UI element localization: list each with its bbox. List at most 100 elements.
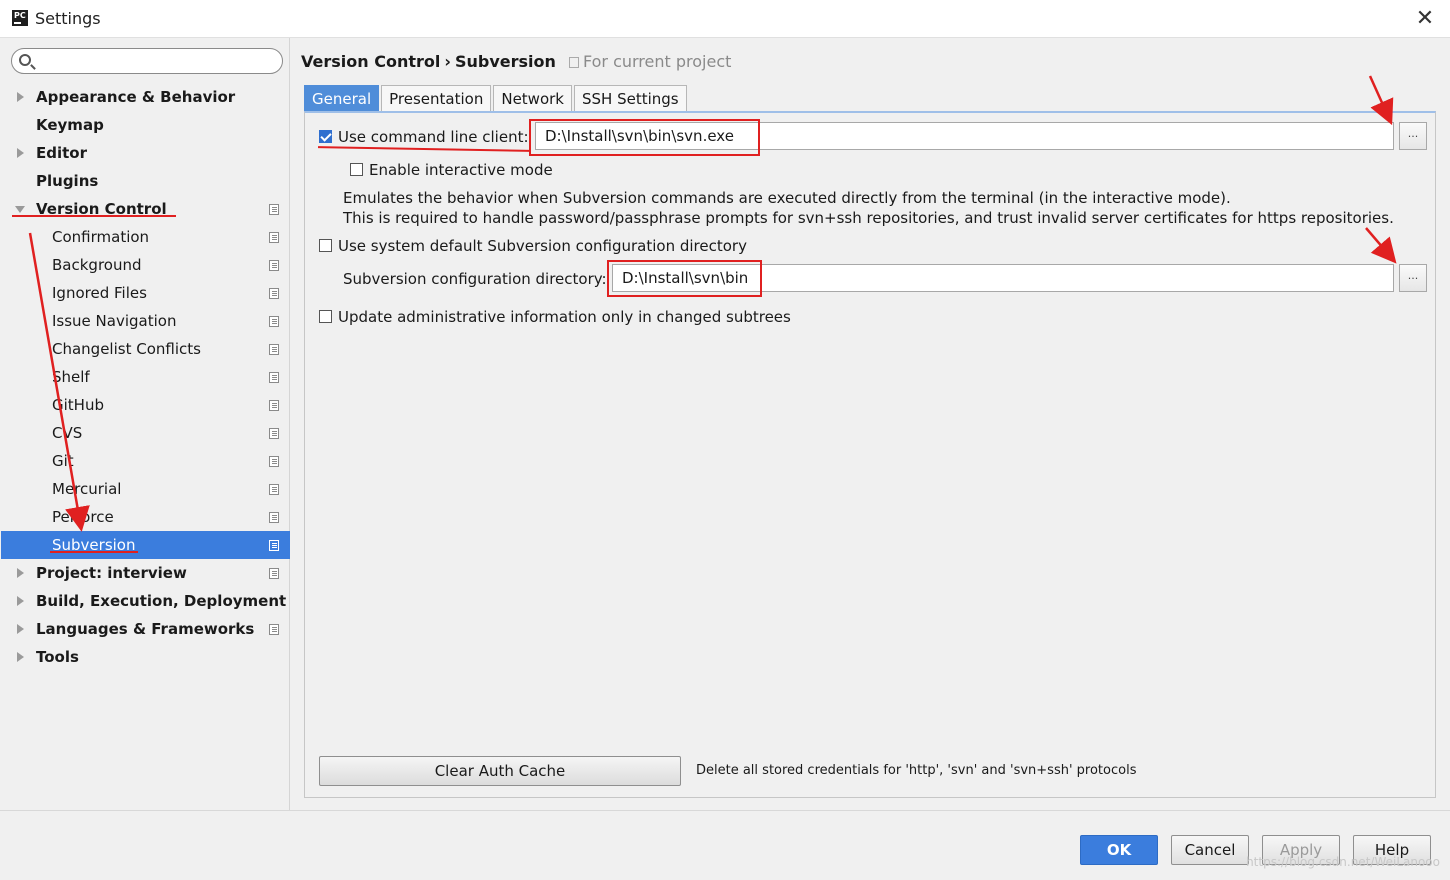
sidebar-item-label: Shelf (52, 368, 90, 386)
sidebar-item-confirmation[interactable]: Confirmation (1, 223, 290, 251)
project-scope-icon (568, 57, 579, 68)
watermark: https://blog.csdn.net/WeiLanooo (1246, 855, 1440, 869)
sidebar-item-label: Languages & Frameworks (36, 620, 255, 638)
sidebar-item-label: Mercurial (52, 480, 122, 498)
sidebar-item-label: Keymap (36, 116, 104, 134)
sidebar-item-ignored-files[interactable]: Ignored Files (1, 279, 290, 307)
sidebar-item-plugins[interactable]: Plugins (1, 167, 290, 195)
clear-auth-cache-button[interactable]: Clear Auth Cache (319, 756, 681, 786)
project-level-icon (269, 316, 279, 327)
cmd-path-browse-button[interactable]: ... (1399, 122, 1427, 150)
sidebar-item-label: Build, Execution, Deployment (36, 592, 287, 610)
sidebar-item-build-execution-deployment[interactable]: Build, Execution, Deployment (1, 587, 290, 615)
sidebar-item-shelf[interactable]: Shelf (1, 363, 290, 391)
sidebar-item-changelist-conflicts[interactable]: Changelist Conflicts (1, 335, 290, 363)
cancel-button[interactable]: Cancel (1171, 835, 1249, 865)
update-admin-label: Update administrative information only i… (338, 308, 791, 326)
expand-arrow-icon[interactable] (17, 624, 24, 634)
update-admin-checkbox[interactable] (319, 310, 332, 323)
expand-arrow-icon[interactable] (17, 148, 24, 158)
sidebar-item-appearance-behavior[interactable]: Appearance & Behavior (1, 83, 290, 111)
project-level-icon (269, 540, 279, 551)
general-tab-panel: Use command line client: D:\Install\svn\… (304, 111, 1436, 798)
tab-presentation[interactable]: Presentation (381, 85, 492, 112)
sidebar-item-perforce[interactable]: Perforce (1, 503, 290, 531)
pycharm-app-icon: PC (12, 10, 28, 26)
close-icon[interactable]: ✕ (1410, 4, 1440, 34)
annotation-underline-version-control (12, 215, 176, 217)
sidebar-item-background[interactable]: Background (1, 251, 290, 279)
breadcrumb-version-control: Version Control (301, 52, 441, 71)
sidebar-item-label: Version Control (36, 200, 167, 218)
settings-sidebar: Appearance & Behavior Keymap Editor Plugins… (1, 38, 290, 810)
tab-network[interactable]: Network (493, 85, 572, 112)
breadcrumb-separator: › (444, 52, 451, 71)
sysdefault-checkbox[interactable] (319, 239, 332, 252)
sidebar-item-label: Ignored Files (52, 284, 147, 302)
project-level-icon (269, 512, 279, 523)
description-line-1: Emulates the behavior when Subversion co… (343, 189, 1231, 207)
sidebar-item-tools[interactable]: Tools (1, 643, 290, 671)
project-level-icon (269, 428, 279, 439)
sidebar-item-version-control[interactable]: Version Control (1, 195, 290, 223)
tab-general[interactable]: General (304, 85, 380, 112)
sidebar-item-label: GitHub (52, 396, 104, 414)
project-level-icon (269, 372, 279, 383)
sidebar-item-subversion[interactable]: Subversion (1, 531, 290, 559)
interactive-label: Enable interactive mode (369, 161, 553, 179)
project-level-icon (269, 456, 279, 467)
expand-arrow-icon[interactable] (17, 652, 24, 662)
search-input[interactable] (11, 48, 283, 74)
collapse-arrow-icon[interactable] (15, 206, 25, 213)
tab-ssh-settings[interactable]: SSH Settings (573, 85, 687, 112)
description-line-2: This is required to handle password/pass… (343, 209, 1394, 227)
ok-button[interactable]: OK (1080, 835, 1158, 865)
scope-label: For current project (582, 52, 732, 71)
window-title: Settings (35, 9, 101, 28)
sidebar-item-editor[interactable]: Editor (1, 139, 290, 167)
breadcrumb: Version Control › Subversion For current p… (301, 52, 731, 71)
sidebar-item-label: Background (52, 256, 142, 274)
use-cmd-row: Use command line client: (319, 128, 529, 146)
sidebar-item-cvs[interactable]: CVS (1, 419, 290, 447)
project-level-icon (269, 204, 279, 215)
expand-arrow-icon[interactable] (17, 596, 24, 606)
sysdefault-label: Use system default Subversion configurat… (338, 237, 747, 255)
use-cmd-checkbox[interactable] (319, 130, 332, 143)
config-dir-browse-button[interactable]: ... (1399, 264, 1427, 292)
search-icon (19, 54, 31, 66)
update-admin-row: Update administrative information only i… (319, 308, 791, 326)
settings-content: Version Control › Subversion For current p… (291, 38, 1450, 810)
expand-arrow-icon[interactable] (17, 568, 24, 578)
sidebar-item-project-interview[interactable]: Project: interview (1, 559, 290, 587)
expand-arrow-icon[interactable] (17, 92, 24, 102)
project-level-icon (269, 232, 279, 243)
sysdefault-row: Use system default Subversion configurat… (319, 237, 747, 255)
sidebar-item-git[interactable]: Git (1, 447, 290, 475)
sidebar-item-keymap[interactable]: Keymap (1, 111, 290, 139)
sidebar-item-label: Git (52, 452, 74, 470)
sidebar-item-languages-frameworks[interactable]: Languages & Frameworks (1, 615, 290, 643)
project-level-icon (269, 624, 279, 635)
annotation-underline-subversion (50, 551, 138, 553)
sidebar-item-issue-navigation[interactable]: Issue Navigation (1, 307, 290, 335)
config-dir-label: Subversion configuration directory: (343, 270, 607, 288)
sidebar-item-label: CVS (52, 424, 83, 442)
project-level-icon (269, 288, 279, 299)
interactive-checkbox[interactable] (350, 163, 363, 176)
annotation-box-cmd-path (529, 119, 760, 156)
sidebar-item-label: Project: interview (36, 564, 187, 582)
clear-auth-cache-description: Delete all stored credentials for 'http'… (696, 763, 1137, 778)
sidebar-item-label: Issue Navigation (52, 312, 177, 330)
sidebar-item-label: Tools (36, 648, 79, 666)
sidebar-item-label: Subversion (52, 536, 136, 554)
settings-tree: Appearance & Behavior Keymap Editor Plugins… (1, 83, 290, 671)
sidebar-item-mercurial[interactable]: Mercurial (1, 475, 290, 503)
use-cmd-label: Use command line client: (338, 128, 529, 146)
project-level-icon (269, 484, 279, 495)
breadcrumb-subversion: Subversion (454, 52, 556, 71)
sidebar-item-github[interactable]: GitHub (1, 391, 290, 419)
sidebar-item-label: Plugins (36, 172, 99, 190)
project-level-icon (269, 568, 279, 579)
project-level-icon (269, 344, 279, 355)
